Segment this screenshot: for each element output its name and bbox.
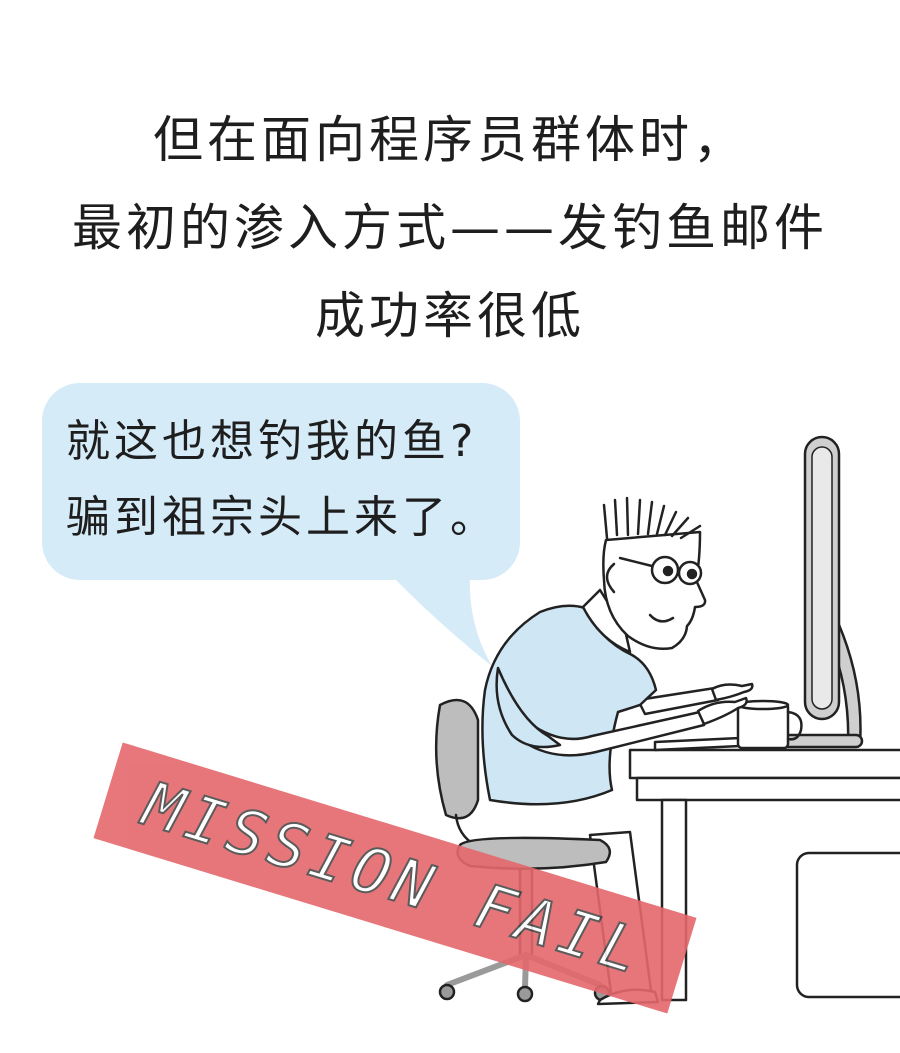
chair-wheel (516, 985, 534, 1003)
speech-bubble-text: 就这也想钓我的鱼? 骗到祖宗头上来了。 (66, 404, 516, 556)
monitor-stand-base (780, 733, 864, 749)
caption-line: 但在面向程序员群体时， (153, 111, 747, 169)
chair-wheel (438, 983, 456, 1001)
caption-line: 成功率很低 (315, 287, 585, 345)
keyboard (653, 736, 742, 752)
eye-pupil (686, 568, 698, 580)
desk-top (628, 748, 900, 780)
monitor-screen (811, 446, 833, 710)
desk-edge (635, 776, 900, 802)
programmer-head (602, 496, 707, 650)
caption-text: 但在面向程序员群体时， 最初的渗入方式——发钓鱼邮件 成功率很低 (0, 96, 900, 360)
caption-line: 最初的渗入方式——发钓鱼邮件 (72, 199, 828, 257)
computer-monitor (780, 435, 864, 749)
eye-pupil (662, 565, 674, 577)
chair-backrest (434, 698, 480, 820)
speech-line: 骗到祖宗头上来了。 (66, 492, 498, 543)
speech-line: 就这也想钓我的鱼? (66, 416, 478, 467)
desk-drawer (795, 851, 900, 999)
